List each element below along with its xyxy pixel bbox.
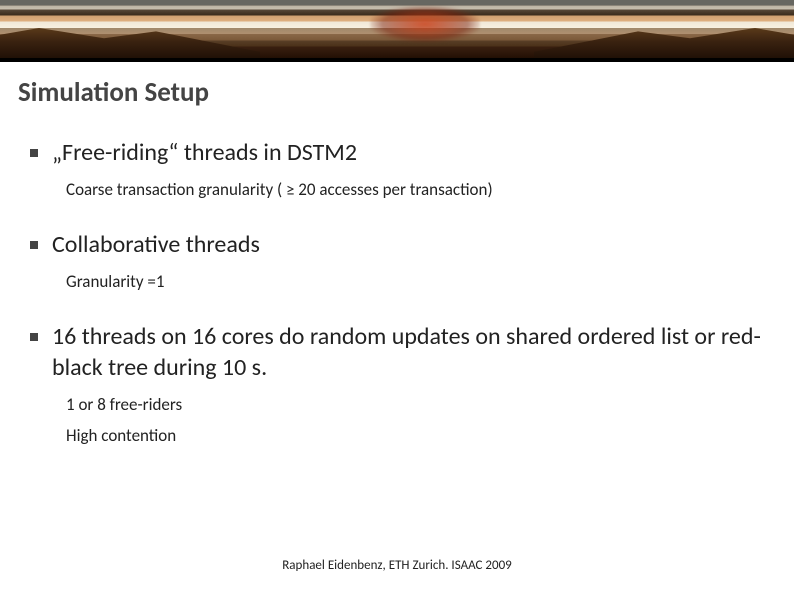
sub-bullet-text: Granularity =1 xyxy=(66,270,776,295)
bullet-item: Collaborative threads Granularity =1 xyxy=(18,229,776,295)
sub-bullet-text: Coarse transaction granularity ( ≥ 20 ac… xyxy=(66,178,776,203)
square-bullet-icon xyxy=(30,149,38,157)
bullet-text: 16 threads on 16 cores do random updates… xyxy=(52,321,776,383)
sub-bullet-text: 1 or 8 free-riders xyxy=(66,393,776,418)
banner-image xyxy=(0,0,794,62)
bullet-head: 16 threads on 16 cores do random updates… xyxy=(30,321,776,383)
bullet-head: Collaborative threads xyxy=(30,229,776,260)
bullet-item: „Free-riding“ threads in DSTM2 Coarse tr… xyxy=(18,137,776,203)
sub-bullet-text: High contention xyxy=(66,424,776,449)
square-bullet-icon xyxy=(30,241,38,249)
bullet-item: 16 threads on 16 cores do random updates… xyxy=(18,321,776,449)
bullet-text: Collaborative threads xyxy=(52,229,260,260)
square-bullet-icon xyxy=(30,333,38,341)
slide-footer: Raphael Eidenbenz, ETH Zurich. ISAAC 200… xyxy=(0,558,794,573)
bullet-head: „Free-riding“ threads in DSTM2 xyxy=(30,137,776,168)
bullet-text: „Free-riding“ threads in DSTM2 xyxy=(52,137,357,168)
slide-content: Simulation Setup „Free-riding“ threads i… xyxy=(0,62,794,448)
slide-title: Simulation Setup xyxy=(18,76,776,109)
